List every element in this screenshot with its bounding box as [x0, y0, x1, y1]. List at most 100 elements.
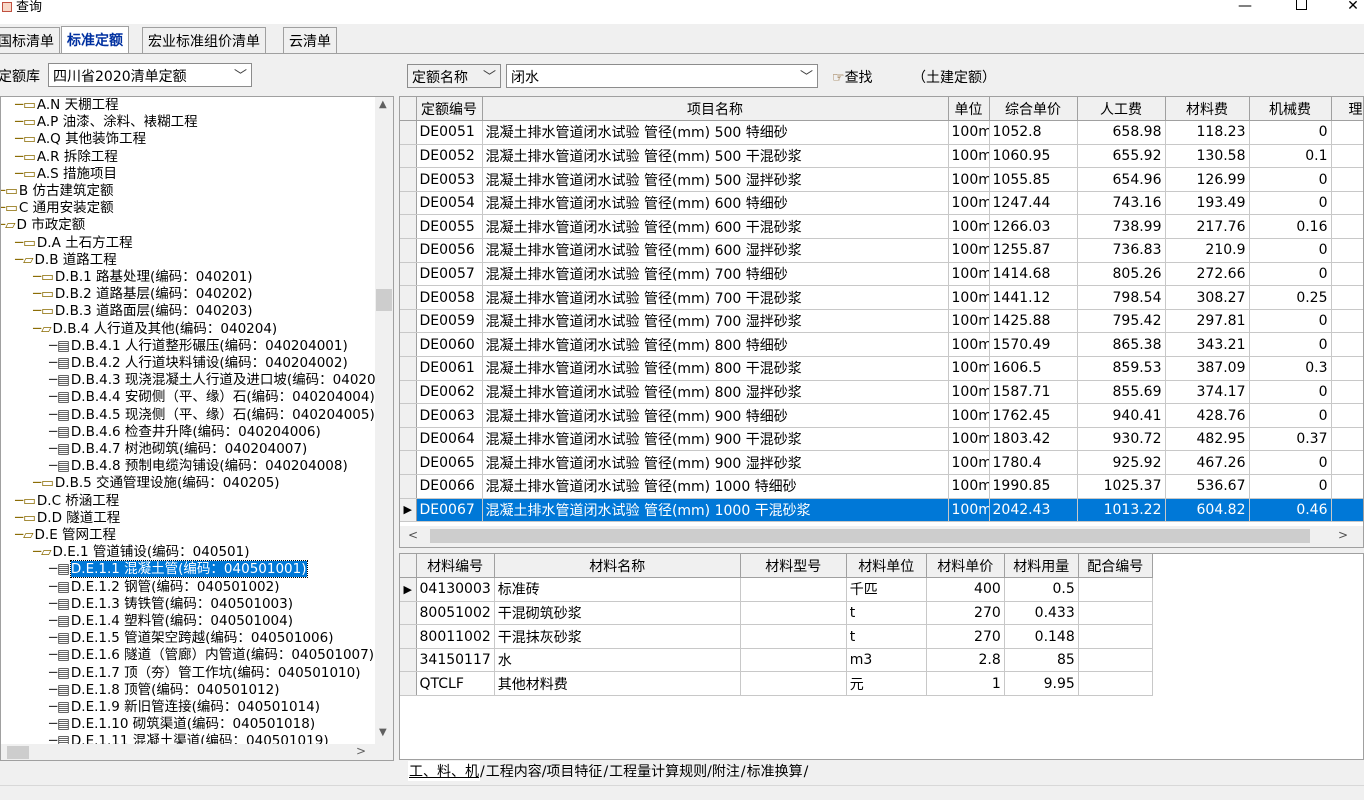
tree-item[interactable]: ─▤D.E.1.1 混凝土管(编码：040501001)	[49, 560, 308, 579]
column-header[interactable]: 材料型号	[740, 554, 847, 579]
tab-cloud-list[interactable]: 云清单	[283, 27, 337, 53]
tree-item[interactable]: ─▭B 仿古建筑定额	[1, 183, 113, 200]
scroll-right-icon[interactable]: >	[1338, 528, 1348, 542]
table-row[interactable]: DE0059 混凝土排水管道闭水试验 管径(mm) 700 湿拌砂浆 100m 142…	[400, 309, 1363, 334]
table-row[interactable]: ▶ DE0067 混凝土排水管道闭水试验 管径(mm) 1000 干混砂浆 100m 2…	[400, 498, 1363, 523]
quota-tree[interactable]: ─▭A.N 天棚工程 ─▭A.P 油漆、涂料、裱糊工程 ─▭A.Q 其他装饰工程 ─▭…	[0, 96, 394, 761]
tree-item[interactable]: ─▭A.S 措施项目	[15, 166, 117, 183]
table-row[interactable]: DE0054 混凝土排水管道闭水试验 管径(mm) 600 特细砂 100m 1247…	[400, 191, 1363, 216]
tree-item[interactable]: ─▱D.E 管网工程	[15, 527, 116, 544]
tab-standard-conversion[interactable]: 标准换算	[746, 761, 804, 781]
column-header[interactable]: 定额编号	[416, 97, 483, 122]
find-button[interactable]: ☞查找	[832, 67, 873, 87]
table-row[interactable]: 80051002 干混砌筑砂浆 t 270 0.433	[400, 601, 1153, 626]
table-row[interactable]: DE0052 混凝土排水管道闭水试验 管径(mm) 500 干混砂浆 100m 106…	[400, 144, 1363, 169]
tree-item[interactable]: ─▭A.Q 其他装饰工程	[15, 131, 146, 148]
column-header[interactable]: 材料编号	[416, 554, 495, 579]
column-header[interactable]: 人工费	[1077, 97, 1166, 122]
tree-item[interactable]: ─▤D.E.1.11 混凝土渠道(编码：040501019)	[49, 733, 329, 744]
tab-labor-material-machine[interactable]: 工、料、机	[408, 761, 480, 781]
tree-item[interactable]: ─▤D.E.1.6 隧道（管廊）内管道(编码：040501007)	[49, 647, 374, 664]
column-header[interactable]: 材料用量	[1004, 554, 1079, 579]
minimize-button[interactable]: —	[1222, 0, 1268, 20]
tree-item[interactable]: ─▱D 市政定额	[1, 217, 85, 234]
tab-standard-quota[interactable]: 标准定额	[61, 26, 129, 54]
scroll-thumb[interactable]	[376, 289, 392, 311]
maximize-button[interactable]	[1278, 0, 1324, 20]
tree-item[interactable]: ─▤D.E.1.3 铸铁管(编码：040501003)	[49, 596, 293, 613]
table-row[interactable]: DE0063 混凝土排水管道闭水试验 管径(mm) 900 特细砂 100m 1762…	[400, 403, 1363, 428]
table-row[interactable]: DE0061 混凝土排水管道闭水试验 管径(mm) 800 干混砂浆 100m 160…	[400, 356, 1363, 381]
tree-item[interactable]: ─▤D.B.4.2 人行道块料铺设(编码：040204002)	[49, 355, 348, 372]
tree-item[interactable]: ─▤D.E.1.10 砌筑渠道(编码：040501018)	[49, 716, 315, 733]
scroll-thumb[interactable]	[430, 529, 1310, 543]
material-grid[interactable]: 材料编号 材料名称 材料型号 材料单位 材料单价 材料用量 配合编号 ▶ 04130003 标准…	[399, 553, 1364, 760]
tree-item[interactable]: ─▤D.B.4.8 预制电缆沟铺设(编码：040204008)	[49, 458, 348, 475]
table-row[interactable]: ▶ 04130003 标准砖 千匹 400 0.5	[400, 577, 1153, 602]
tree-item[interactable]: ─▭D.A 土石方工程	[15, 235, 133, 252]
tree-item[interactable]: ─▤D.E.1.5 管道架空跨越(编码：040501006)	[49, 630, 334, 647]
scroll-left-icon[interactable]: <	[408, 528, 418, 542]
tree-item[interactable]: ─▭D.B.5 交通管理设施(编码：040205)	[33, 475, 280, 492]
column-header[interactable]: 材料费	[1165, 97, 1250, 122]
table-row[interactable]: DE0055 混凝土排水管道闭水试验 管径(mm) 600 干混砂浆 100m 126…	[400, 214, 1363, 240]
tab-calculation-rules[interactable]: 工程量计算规则/附注	[608, 761, 741, 781]
tree-item[interactable]: ─▤D.B.4.3 现浇混凝土人行道及进口坡(编码：040204003)	[49, 372, 375, 389]
tree-item[interactable]: ─▭D.B.3 道路面层(编码：040203)	[33, 303, 253, 320]
column-header[interactable]: 配合编号	[1078, 554, 1153, 579]
scroll-down-icon[interactable]: ▼	[379, 727, 387, 738]
tree-item[interactable]: ─▤D.B.4.4 安砌侧（平、缘）石(编码：040204004)	[49, 389, 375, 406]
tab-work-content[interactable]: 工程内容/项目特征	[485, 761, 604, 781]
table-row[interactable]: DE0060 混凝土排水管道闭水试验 管径(mm) 800 特细砂 100m 1570…	[400, 332, 1363, 358]
search-input[interactable]: 闭水 ﹀	[506, 64, 818, 88]
quota-grid[interactable]: 定额编号 项目名称 单位 综合单价 人工费 材料费 机械费理 DE0051 混凝土排水管道闭水…	[399, 96, 1364, 548]
column-header[interactable]: 材料名称	[494, 554, 741, 579]
search-field-select[interactable]: 定额名称 ﹀	[407, 64, 501, 88]
tree-item[interactable]: ─▭D.B.2 道路基层(编码：040202)	[33, 286, 253, 303]
table-row[interactable]: DE0053 混凝土排水管道闭水试验 管径(mm) 500 湿拌砂浆 100m 105…	[400, 167, 1363, 192]
tree-item[interactable]: ─▤D.B.4.6 检查井升降(编码：040204006)	[49, 424, 321, 441]
column-header[interactable]: 材料单位	[846, 554, 927, 579]
table-row[interactable]: DE0065 混凝土排水管道闭水试验 管径(mm) 900 湿拌砂浆 100m 178…	[400, 450, 1363, 475]
column-header[interactable]: 综合单价	[989, 97, 1078, 122]
scroll-right-icon[interactable]: >	[356, 744, 366, 758]
library-select[interactable]: 四川省2020清单定额 ﹀	[48, 63, 252, 87]
table-row[interactable]: DE0062 混凝土排水管道闭水试验 管径(mm) 800 湿拌砂浆 100m 158…	[400, 380, 1363, 405]
tree-item[interactable]: ─▭A.R 拆除工程	[15, 149, 118, 166]
column-header[interactable]: 材料单价	[926, 554, 1005, 579]
grid-horizontal-scrollbar[interactable]: < >	[400, 526, 1363, 547]
tree-item[interactable]: ─▱D.E.1 管道铺设(编码：040501)	[33, 544, 249, 561]
tree-item[interactable]: ─▭D.B.1 路基处理(编码：040201)	[33, 269, 253, 286]
table-row[interactable]: 34150117 水 m3 2.8 85	[400, 648, 1153, 673]
table-row[interactable]: DE0051 混凝土排水管道闭水试验 管径(mm) 500 特细砂 100m 1052…	[400, 120, 1363, 145]
table-row[interactable]: DE0056 混凝土排水管道闭水试验 管径(mm) 600 湿拌砂浆 100m 125…	[400, 238, 1363, 263]
tree-item[interactable]: ─▭D.D 隧道工程	[15, 510, 120, 527]
tree-item[interactable]: ─▤D.E.1.9 新旧管连接(编码：040501014)	[49, 699, 320, 716]
tree-item[interactable]: ─▤D.E.1.4 塑料管(编码：040501004)	[49, 613, 293, 630]
scroll-thumb[interactable]	[7, 746, 29, 759]
tree-item[interactable]: ─▭C 通用安装定额	[1, 200, 114, 217]
scroll-up-icon[interactable]: ▲	[379, 99, 387, 110]
tree-item[interactable]: ─▤D.E.1.7 顶（夯）管工作坑(编码：040501010)	[49, 665, 361, 682]
tree-item[interactable]: ─▭A.N 天棚工程	[15, 97, 119, 114]
tree-vertical-scrollbar[interactable]: ▲ ▼	[375, 97, 393, 744]
tree-item[interactable]: ─▤D.B.4.1 人行道整形碾压(编码：040204001)	[49, 338, 348, 355]
tab-national-list[interactable]: 国标清单	[0, 27, 60, 53]
tree-item[interactable]: ─▱D.B 道路工程	[15, 252, 117, 269]
tree-item[interactable]: ─▤D.B.4.7 树池砌筑(编码：040204007)	[49, 441, 307, 458]
table-row[interactable]: DE0058 混凝土排水管道闭水试验 管径(mm) 700 干混砂浆 100m 144…	[400, 285, 1363, 310]
table-row[interactable]: DE0066 混凝土排水管道闭水试验 管径(mm) 1000 特细砂 100m 199…	[400, 474, 1363, 499]
tree-item[interactable]: ─▤D.E.1.2 钢管(编码：040501002)	[49, 579, 280, 596]
table-row[interactable]: 80011002 干混抹灰砂浆 t 270 0.148	[400, 624, 1153, 649]
table-row[interactable]: DE0057 混凝土排水管道闭水试验 管径(mm) 700 特细砂 100m 1414…	[400, 262, 1363, 287]
tree-item[interactable]: ─▤D.B.4.5 现浇侧（平、缘）石(编码：040204005)	[49, 407, 375, 424]
close-button[interactable]: ✕	[1330, 0, 1364, 20]
tree-item[interactable]: ─▱D.B.4 人行道及其他(编码：040204)	[33, 321, 277, 338]
tree-horizontal-scrollbar[interactable]: >	[1, 744, 393, 760]
column-header[interactable]: 理	[1331, 97, 1363, 122]
tree-item[interactable]: ─▭A.P 油漆、涂料、裱糊工程	[15, 114, 198, 131]
tree-item[interactable]: ─▤D.E.1.8 顶管(编码：040501012)	[49, 682, 280, 699]
table-row[interactable]: QTCLF 其他材料费 元 1 9.95	[400, 671, 1153, 697]
tab-hongye-list[interactable]: 宏业标准组价清单	[142, 27, 266, 53]
column-header[interactable]: 机械费	[1249, 97, 1332, 122]
